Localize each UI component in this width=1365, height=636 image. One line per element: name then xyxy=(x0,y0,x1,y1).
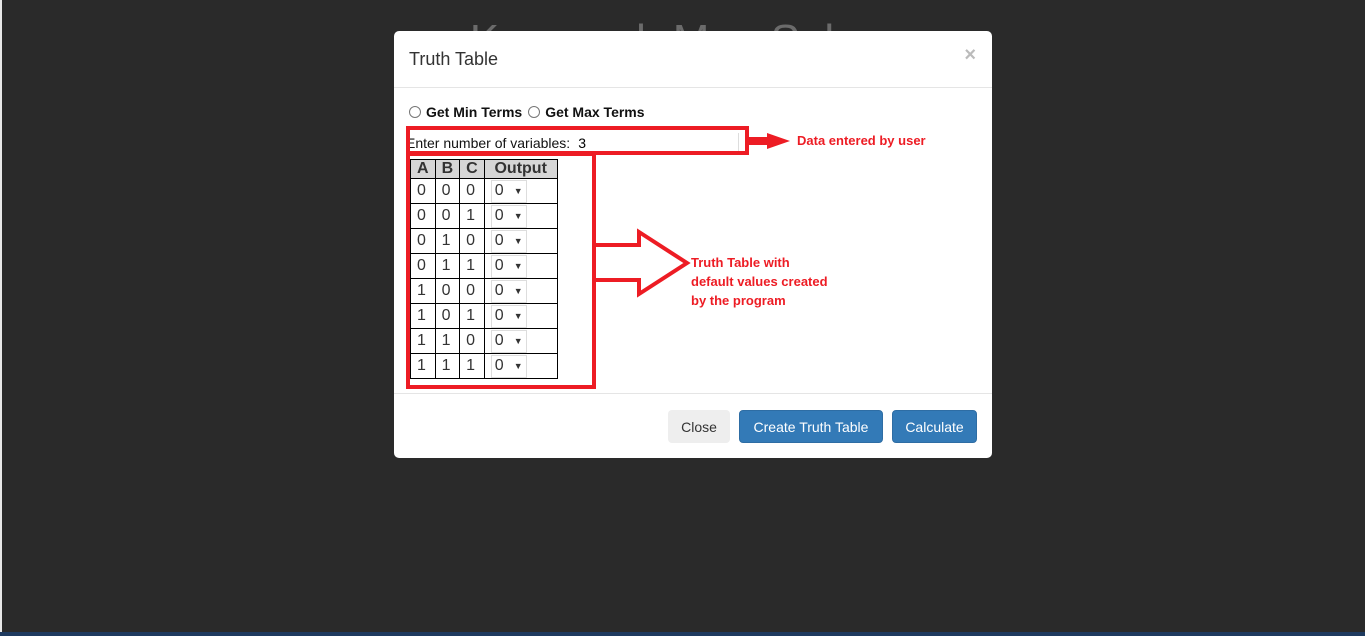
max-terms-radio[interactable] xyxy=(528,106,541,118)
min-terms-label: Get Min Terms xyxy=(426,104,523,120)
input-annotation-text: Data entered by user xyxy=(797,133,926,148)
close-button[interactable]: Close xyxy=(668,410,730,443)
note-line: default values created xyxy=(691,274,828,289)
calculate-button[interactable]: Calculate xyxy=(892,410,977,443)
modal-header: Truth Table × xyxy=(394,31,992,88)
max-terms-label: Get Max Terms xyxy=(545,104,645,120)
close-icon[interactable]: × xyxy=(964,44,976,67)
modal-body: Get Min Terms Get Max Terms Enter number… xyxy=(406,104,740,379)
table-annotation-text: Truth Table with default values created … xyxy=(691,253,828,310)
window-edge xyxy=(0,0,2,632)
input-annotation-box xyxy=(406,126,749,155)
input-annotation-arrow xyxy=(747,133,790,149)
table-annotation-arrow xyxy=(594,228,691,298)
modal-title: Truth Table xyxy=(409,49,499,69)
min-terms-radio[interactable] xyxy=(409,106,421,118)
term-type-radios: Get Min Terms Get Max Terms xyxy=(409,104,645,120)
table-annotation-box xyxy=(406,152,596,389)
taskbar xyxy=(0,632,1365,636)
note-line: by the program xyxy=(691,293,786,308)
modal-footer: Close Create Truth Table Calculate xyxy=(394,393,992,458)
note-line: Truth Table with xyxy=(691,255,790,270)
create-truth-table-button[interactable]: Create Truth Table xyxy=(739,410,883,443)
